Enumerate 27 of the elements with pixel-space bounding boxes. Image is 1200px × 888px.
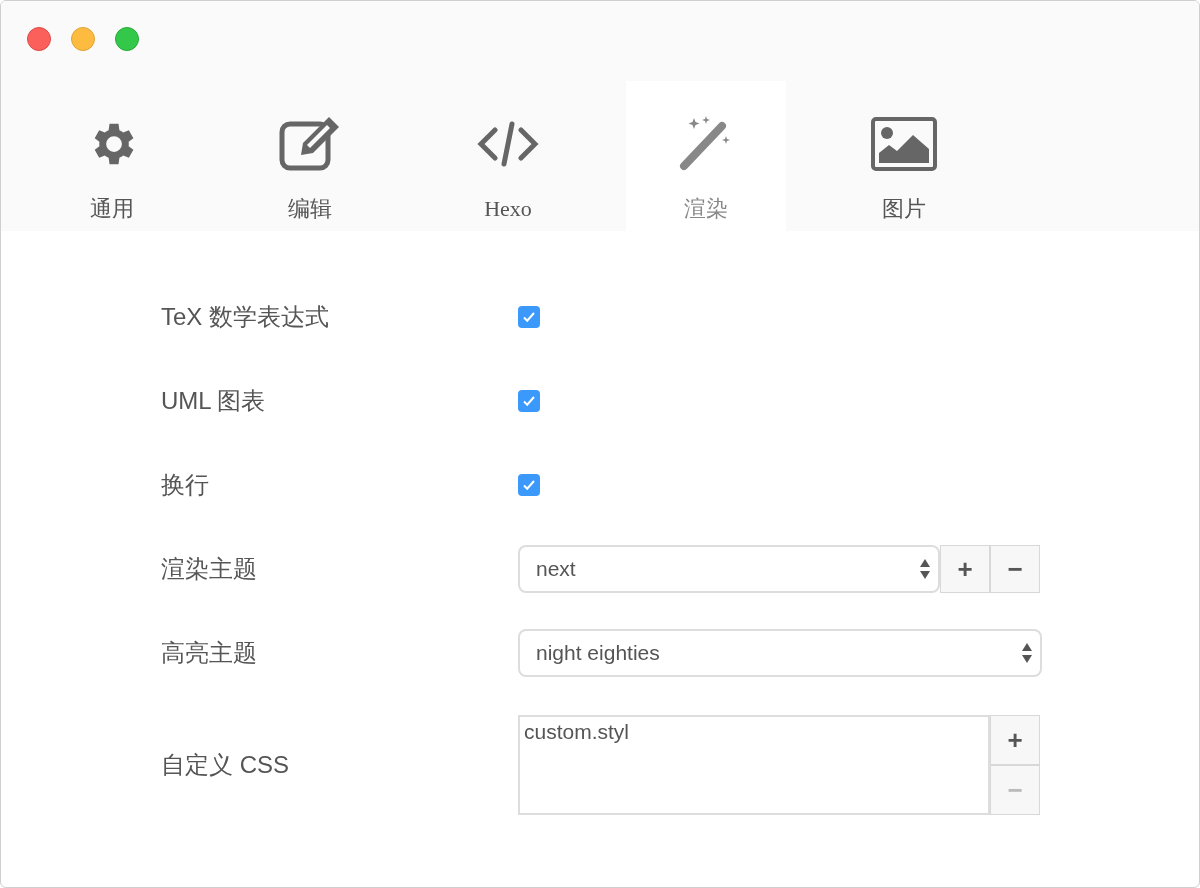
setting-label: 渲染主题 — [161, 554, 258, 584]
setting-label: 换行 — [161, 470, 210, 500]
zoom-button[interactable] — [115, 27, 139, 51]
tab[interactable]: 渲染 — [626, 81, 786, 231]
checkbox[interactable] — [518, 390, 540, 412]
pencil-on-square-icon — [279, 117, 341, 171]
setting-label: 自定义 CSS — [161, 750, 290, 780]
list-item[interactable]: custom.styl — [524, 719, 988, 745]
checkbox[interactable] — [518, 306, 540, 328]
checkbox[interactable] — [518, 474, 540, 496]
code-icon — [477, 120, 539, 168]
setting-label: TeX 数学表达式 — [161, 302, 331, 332]
setting-label: 高亮主题 — [161, 638, 258, 668]
close-button[interactable] — [27, 27, 51, 51]
image-icon — [871, 117, 937, 171]
minimize-button[interactable] — [71, 27, 95, 51]
theme-dropdown[interactable]: night eighties — [518, 629, 1042, 677]
up-down-arrows-icon — [920, 558, 930, 580]
list-button[interactable]: + — [940, 545, 990, 593]
list-button[interactable]: + — [990, 715, 1040, 765]
setting-label: UML 图表 — [161, 386, 267, 416]
check-icon — [522, 310, 536, 324]
theme-dropdown[interactable]: next — [518, 545, 940, 593]
list-button[interactable]: − — [990, 545, 1040, 593]
check-icon — [522, 394, 536, 408]
check-icon — [522, 478, 536, 492]
up-down-arrows-icon — [1022, 642, 1032, 664]
